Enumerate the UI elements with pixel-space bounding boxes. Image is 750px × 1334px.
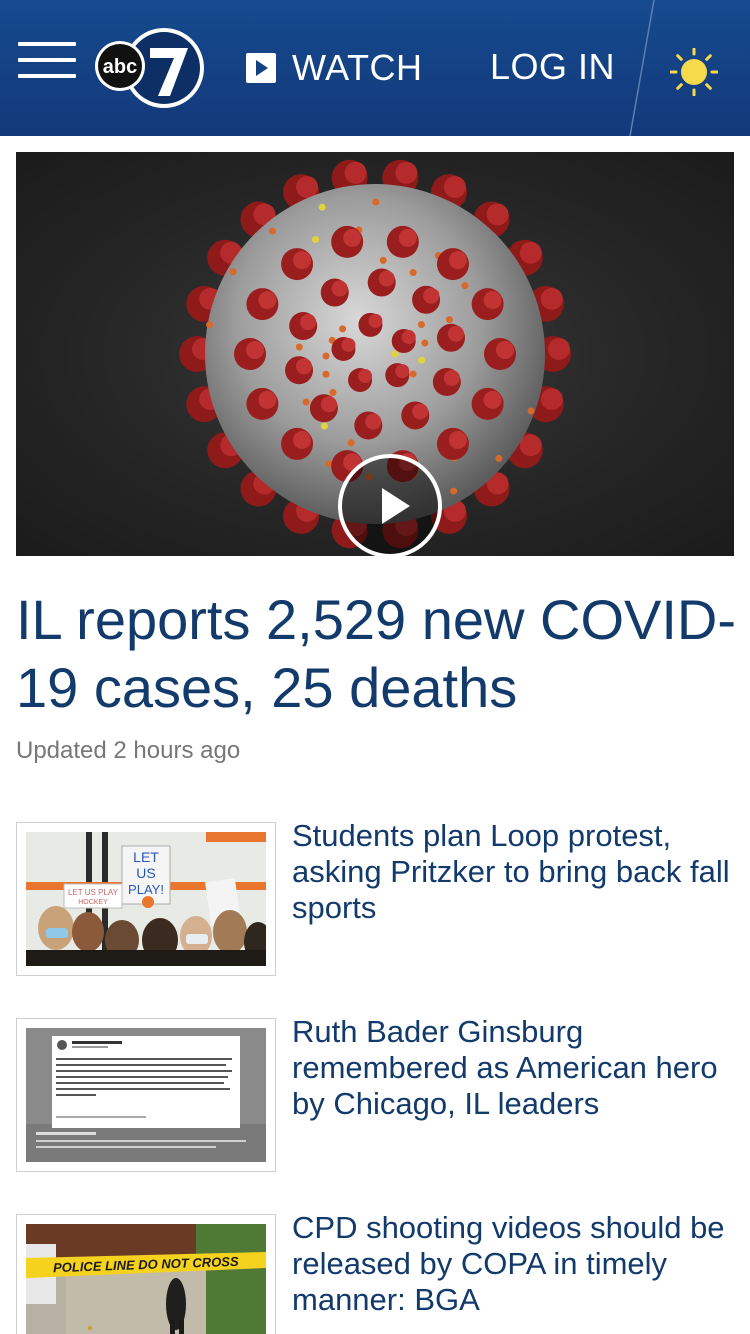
svg-text:LET: LET — [133, 849, 159, 865]
hero-timestamp: Updated 2 hours ago — [16, 737, 241, 764]
login-button[interactable]: LOG IN — [490, 46, 615, 88]
hero-video[interactable] — [16, 152, 734, 556]
svg-text:PLAY!: PLAY! — [128, 882, 164, 897]
story-title[interactable]: CPD shooting videos should be released b… — [292, 1210, 742, 1318]
header-divider — [629, 0, 655, 136]
abc7-logo[interactable]: abc — [94, 26, 210, 110]
video-play-button[interactable] — [338, 454, 442, 556]
story-item[interactable]: LET US PLAY! LET US PLAY HOCKEY Students… — [16, 818, 734, 976]
hero-headline[interactable]: IL reports 2,529 new COVID-19 cases, 25 … — [16, 586, 740, 722]
svg-text:HOCKEY: HOCKEY — [78, 899, 108, 906]
watch-label: WATCH — [292, 47, 423, 88]
menu-icon[interactable] — [18, 42, 76, 80]
app-header: abc WATCH LOG IN — [0, 0, 750, 136]
story-thumbnail — [16, 1018, 276, 1172]
story-thumbnail: POLICE LINE DO NOT CROSS — [16, 1214, 276, 1334]
svg-text:US: US — [136, 865, 155, 881]
watch-button[interactable]: WATCH — [246, 46, 422, 90]
play-icon — [246, 53, 276, 83]
svg-text:LET US PLAY: LET US PLAY — [68, 888, 119, 897]
story-item[interactable]: POLICE LINE DO NOT CROSS CPD shooting vi… — [16, 1210, 734, 1334]
story-title[interactable]: Ruth Bader Ginsburg remembered as Americ… — [292, 1014, 742, 1122]
sun-icon[interactable] — [669, 47, 719, 97]
story-title[interactable]: Students plan Loop protest, asking Pritz… — [292, 818, 742, 926]
story-thumbnail: LET US PLAY! LET US PLAY HOCKEY — [16, 822, 276, 976]
logo-text: abc — [103, 56, 137, 78]
story-item[interactable]: Ruth Bader Ginsburg remembered as Americ… — [16, 1014, 734, 1172]
